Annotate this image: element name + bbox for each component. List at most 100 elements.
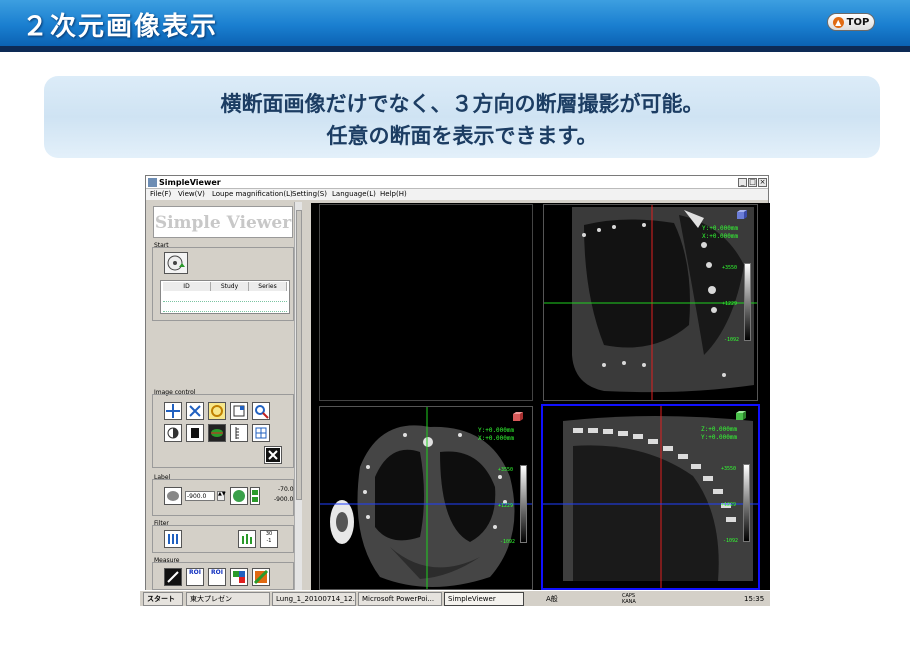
pane-axial[interactable]: Y:+0.000mm X:+0.000mm +3550 +1229 -1092	[319, 406, 533, 590]
equalizer-icon	[168, 534, 178, 544]
window-level-button[interactable]	[164, 424, 182, 442]
colormap-icon	[211, 429, 223, 437]
menu-view[interactable]: View(V)	[178, 189, 205, 200]
close-button[interactable]: ×	[758, 178, 767, 187]
invert-icon	[191, 428, 199, 438]
wl-low: -1092	[723, 538, 739, 544]
reset-button[interactable]	[264, 446, 282, 464]
top-button-label: TOP	[846, 16, 870, 28]
maximize-button[interactable]: □	[748, 178, 757, 187]
window-level-bar[interactable]	[743, 464, 750, 542]
list-header-study: Study	[211, 282, 249, 291]
map-icon	[233, 571, 245, 583]
label-range-low: -900.0	[274, 496, 294, 503]
list-row[interactable]	[163, 292, 287, 302]
top-button[interactable]: ▲ TOP	[827, 13, 875, 31]
pane-3d[interactable]	[319, 204, 533, 401]
viewer-area: Y:+0.000mm X:+0.000mm +3550 +1229 -1092 …	[311, 203, 770, 590]
label-spinner[interactable]: ▲▼	[217, 491, 226, 501]
rotate-icon	[211, 405, 223, 417]
layout-button[interactable]	[252, 424, 270, 442]
menu-setting[interactable]: Setting(S)	[292, 189, 327, 200]
ime-indicator[interactable]: A般	[546, 593, 558, 605]
wl-low: -1092	[724, 337, 740, 343]
menu-bar: File(F) View(V) Loupe magnification(L) S…	[146, 189, 768, 200]
scrollbar-thumb[interactable]	[296, 210, 302, 500]
study-list[interactable]: ID Study Series	[160, 280, 290, 314]
line-tool-icon	[167, 571, 179, 583]
invert-button[interactable]	[186, 424, 204, 442]
close-icon	[266, 448, 280, 462]
zoom-button[interactable]	[186, 402, 204, 420]
coord-readout-2: X:+0.000mm	[702, 233, 739, 240]
arrow-up-icon: ▲	[832, 16, 844, 28]
header-divider	[0, 46, 910, 52]
label-slider[interactable]	[250, 487, 260, 505]
taskbar-item-lung[interactable]: Lung_1_20100714_12...	[272, 592, 356, 606]
sphere-icon	[233, 490, 245, 502]
start-button[interactable]: スタート	[143, 592, 183, 606]
coord-readout-1: Z:+0.000mm	[701, 426, 738, 433]
roi-ellipse-button[interactable]: ROI	[208, 568, 226, 586]
wl-high: +3550	[498, 467, 514, 473]
orientation-cube-icon	[513, 412, 523, 421]
window-level-bar[interactable]	[520, 465, 527, 543]
clock: 15:35	[744, 595, 765, 603]
app-window: SimpleViewer _ □ × File(F) View(V) Loupe…	[145, 175, 770, 605]
taskbar-item-folder[interactable]: 東大プレゼン	[186, 592, 270, 606]
fit-button[interactable]	[230, 402, 248, 420]
caps-kana-indicator: CAPS KANA	[622, 593, 636, 605]
zoom-icon	[189, 405, 201, 417]
slide-title: ２次元画像表示	[22, 12, 219, 42]
menu-loupe[interactable]: Loupe magnification(L)	[212, 189, 293, 200]
loupe-button[interactable]	[252, 402, 270, 420]
histogram-icon	[253, 569, 269, 585]
taskbar-item-simpleviewer[interactable]: SimpleViewer	[444, 592, 524, 606]
roi-rect-button[interactable]: ROI	[186, 568, 204, 586]
slider-icon	[252, 490, 258, 502]
roi-map-button[interactable]	[230, 568, 248, 586]
grid-icon	[255, 427, 267, 439]
app-logo: Simple Viewer	[153, 206, 293, 238]
pane-sagittal[interactable]: Z:+0.000mm Y:+0.000mm +3550 +1229 -1092	[541, 404, 760, 590]
menu-help[interactable]: Help(H)	[380, 189, 407, 200]
window-level-bar[interactable]	[744, 263, 751, 341]
label-image-button[interactable]	[164, 487, 182, 505]
rotate-button[interactable]	[208, 402, 226, 420]
panel-scrollbar[interactable]	[294, 202, 302, 590]
pan-button[interactable]	[164, 402, 182, 420]
label-apply-button[interactable]	[230, 487, 248, 505]
pane-coronal[interactable]: Y:+0.000mm X:+0.000mm +3550 +1229 -1092	[543, 204, 758, 401]
window-titlebar: SimpleViewer _ □ ×	[146, 176, 768, 189]
taskbar-item-powerpoint[interactable]: Microsoft PowerPoi...	[358, 592, 442, 606]
color-map-button[interactable]	[208, 424, 226, 442]
list-header-id: ID	[163, 282, 211, 291]
bars-icon	[242, 534, 252, 544]
magnifier-icon	[255, 405, 269, 419]
open-study-button[interactable]	[164, 252, 188, 274]
orientation-cube-icon	[736, 411, 746, 420]
caption-line-2: 任意の断面を表示できます。	[326, 124, 598, 148]
list-header-series: Series	[249, 282, 287, 291]
contrast-icon	[167, 427, 179, 439]
filter-smooth-button[interactable]	[164, 530, 182, 548]
measure-line-button[interactable]	[164, 568, 182, 586]
label-value-input[interactable]: -900.0	[185, 491, 215, 501]
fit-window-icon	[233, 405, 245, 417]
scale-button[interactable]	[230, 424, 248, 442]
menu-file[interactable]: File(F)	[150, 189, 171, 200]
minimize-button[interactable]: _	[738, 178, 747, 187]
app-icon	[148, 178, 157, 187]
menu-language[interactable]: Language(L)	[332, 189, 376, 200]
wl-mid: +1229	[721, 502, 737, 508]
slide-header: ２次元画像表示 ▲ TOP	[0, 0, 910, 46]
label-range-high: -70.0	[278, 486, 294, 493]
histogram-button[interactable]	[252, 568, 270, 586]
filter-param-button[interactable]: 30 -1	[260, 530, 278, 548]
roi-rect-label: ROI	[189, 569, 201, 576]
filter-sharpen-button[interactable]	[238, 530, 256, 548]
roi-ellipse-label: ROI	[211, 569, 223, 576]
caption-line-1: 横断面画像だけでなく、３方向の断層撮影が可能。	[220, 92, 704, 116]
wl-mid: +1229	[498, 503, 514, 509]
list-row[interactable]	[163, 302, 287, 312]
